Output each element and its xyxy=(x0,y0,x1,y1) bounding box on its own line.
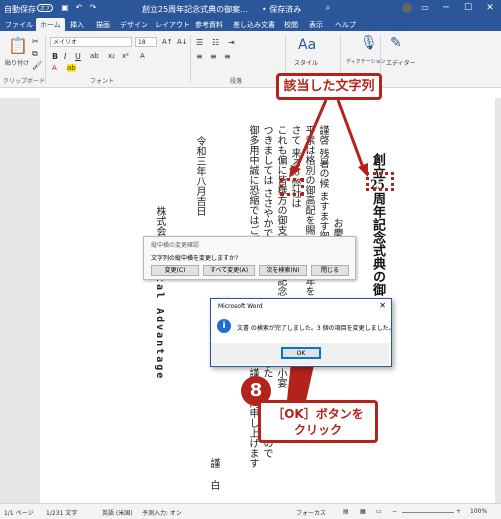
change-button[interactable]: 変更(C) xyxy=(151,265,199,276)
change-all-button[interactable]: すべて変更(A) xyxy=(203,265,255,276)
web-layout-icon[interactable]: ▭ xyxy=(376,508,382,515)
close-icon[interactable]: ✕ xyxy=(379,301,386,310)
find-next-button[interactable]: 次を検索(N) xyxy=(259,265,307,276)
dialog-question: 文字列の縦中横を変更しますか? xyxy=(151,255,239,262)
focus-mode[interactable]: フォーカス xyxy=(296,508,326,517)
arrow-head-body xyxy=(289,165,301,178)
zoom-in-icon[interactable]: + xyxy=(456,508,461,515)
close-dialog-button[interactable]: 閉じる xyxy=(311,265,349,276)
page-count[interactable]: 1/1 ページ xyxy=(4,508,33,517)
zoom-level[interactable]: 100% xyxy=(470,508,487,515)
word-message-dialog: Microsoft Word ✕ i 文書 の検索が完了しました。3 個の項目を… xyxy=(210,298,395,367)
word-dialog-title: Microsoft Word xyxy=(218,303,263,310)
read-mode-icon[interactable]: ▤ xyxy=(343,508,349,515)
text-predictions[interactable]: 予測入力: オン xyxy=(142,508,182,517)
callout-click-ok: ［OK］ボタンを クリック xyxy=(258,400,378,443)
tatechuyoko-confirm-dialog: 縦中横の変更確認 文字列の縦中横を変更しますか? 変更(C) すべて変更(A) … xyxy=(143,236,356,280)
status-bar: 1/1 ページ 1/231 文字 英語 (米国) 予測入力: オン フォーカス … xyxy=(0,503,501,519)
arrow-to-heading-number xyxy=(336,99,366,171)
zoom-out-icon[interactable]: − xyxy=(392,508,397,515)
word-count[interactable]: 1/231 文字 xyxy=(46,508,77,517)
print-layout-icon[interactable]: ▦ xyxy=(360,508,366,515)
ok-button[interactable]: OK xyxy=(281,347,321,359)
word-dialog-message: 文書 の検索が完了しました。3 個の項目を変更しました。 xyxy=(237,325,395,332)
callout-click-ok-line-2: クリック xyxy=(293,423,342,437)
language[interactable]: 英語 (米国) xyxy=(102,508,133,517)
callout-click-ok-line-1: ［OK］ボタンを xyxy=(272,407,364,421)
arrow-to-body-number xyxy=(293,99,328,173)
info-icon: i xyxy=(217,319,231,333)
arrow-head-heading xyxy=(358,163,368,177)
dialog-title: 縦中横の変更確認 xyxy=(151,242,200,249)
zoom-slider[interactable] xyxy=(402,512,454,513)
